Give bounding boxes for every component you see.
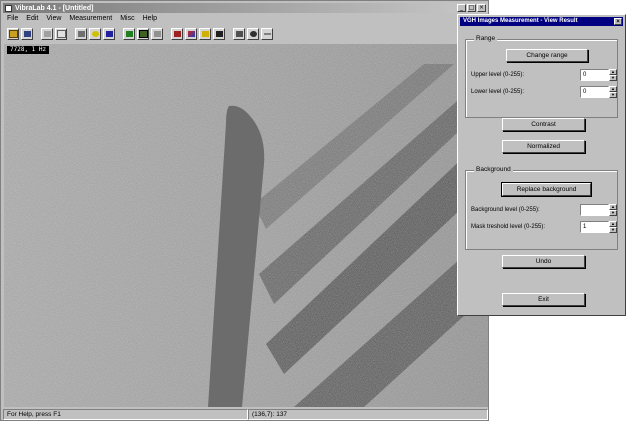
- lower-level-spinner[interactable]: 0 ▲ ▼: [580, 86, 617, 98]
- copy-icon[interactable]: [55, 28, 67, 40]
- spin-down-icon[interactable]: ▼: [609, 75, 617, 81]
- close-button[interactable]: ×: [477, 4, 486, 12]
- dialog-title-bar[interactable]: VGH Images Measurement - View Result ×: [460, 17, 623, 26]
- camera-icon[interactable]: [151, 28, 163, 40]
- coordinate-label: 7728, 1 Hz: [7, 46, 50, 54]
- color-icon[interactable]: [213, 28, 225, 40]
- dialog-close-button[interactable]: ×: [614, 18, 622, 25]
- window-title: VibraLab 4.1 - [Untitled]: [15, 4, 94, 12]
- app-icon[interactable]: [5, 4, 12, 12]
- menu-bar: File Edit View Measurement Misc Help: [3, 14, 157, 24]
- folder-graph-icon[interactable]: [199, 28, 211, 40]
- upper-level-input[interactable]: 0: [580, 69, 609, 81]
- contrast-button[interactable]: Contrast: [502, 118, 585, 131]
- mask-threshold-label: Mask treshold level (0-255):: [471, 224, 546, 230]
- exit-button[interactable]: Exit: [502, 293, 585, 306]
- status-bar: For Help, press F1 (136,7): 137: [3, 409, 488, 420]
- menu-help[interactable]: Help: [143, 14, 157, 24]
- upper-level-spinner[interactable]: 0 ▲ ▼: [580, 69, 617, 81]
- save-icon[interactable]: [21, 28, 33, 40]
- capture-icon[interactable]: [137, 28, 149, 40]
- view-result-dialog: VGH Images Measurement - View Result × R…: [457, 14, 626, 316]
- open-icon[interactable]: [7, 28, 19, 40]
- menu-measurement[interactable]: Measurement: [69, 14, 112, 24]
- print-icon[interactable]: [75, 28, 87, 40]
- mask-threshold-input[interactable]: 1: [580, 221, 609, 233]
- normalized-button[interactable]: Normalized: [502, 140, 585, 153]
- graph-icon[interactable]: [185, 28, 197, 40]
- cut-icon[interactable]: [41, 28, 53, 40]
- menu-misc[interactable]: Misc: [120, 14, 134, 24]
- menu-view[interactable]: View: [46, 14, 61, 24]
- change-range-button[interactable]: Change range: [506, 49, 588, 62]
- background-group: Background Replace background Background…: [465, 166, 618, 250]
- spin-down-icon[interactable]: ▼: [609, 227, 617, 233]
- measurement-image: [4, 44, 488, 407]
- status-help-text: For Help, press F1: [3, 409, 248, 420]
- dialog-title: VGH Images Measurement - View Result: [463, 18, 578, 24]
- background-level-label: Background level (0-255):: [471, 207, 540, 213]
- undo-button[interactable]: Undo: [502, 255, 585, 268]
- help-icon[interactable]: [89, 28, 101, 40]
- title-bar[interactable]: VibraLab 4.1 - [Untitled] _ □ ×: [3, 3, 488, 13]
- mask-threshold-spinner[interactable]: 1 ▲ ▼: [580, 221, 617, 233]
- status-position: (136,7): 137: [248, 409, 488, 420]
- histogram-icon[interactable]: [171, 28, 183, 40]
- background-level-spinner[interactable]: ▲ ▼: [580, 204, 617, 216]
- pointer-help-icon[interactable]: [103, 28, 115, 40]
- background-level-input[interactable]: [580, 204, 609, 216]
- menu-file[interactable]: File: [7, 14, 18, 24]
- target-icon[interactable]: [247, 28, 259, 40]
- range-group: Range Change range Upper level (0-255): …: [465, 35, 618, 118]
- spin-down-icon[interactable]: ▼: [609, 92, 617, 98]
- crosshair-icon[interactable]: [233, 28, 245, 40]
- maximize-button[interactable]: □: [467, 4, 476, 12]
- image-viewport[interactable]: [4, 44, 488, 407]
- spin-down-icon[interactable]: ▼: [609, 210, 617, 216]
- lower-level-label: Lower level (0-255):: [471, 89, 525, 95]
- range-group-label: Range: [474, 35, 498, 42]
- line-icon[interactable]: [261, 28, 273, 40]
- background-group-label: Background: [474, 166, 513, 173]
- menu-edit[interactable]: Edit: [26, 14, 38, 24]
- minimize-button[interactable]: _: [457, 4, 466, 12]
- lower-level-input[interactable]: 0: [580, 86, 609, 98]
- frame-icon[interactable]: [123, 28, 135, 40]
- toolbar: [3, 26, 488, 42]
- replace-background-button[interactable]: Replace background: [501, 182, 592, 197]
- upper-level-label: Upper level (0-255):: [471, 72, 525, 78]
- main-window: VibraLab 4.1 - [Untitled] _ □ × File Edi…: [0, 0, 489, 421]
